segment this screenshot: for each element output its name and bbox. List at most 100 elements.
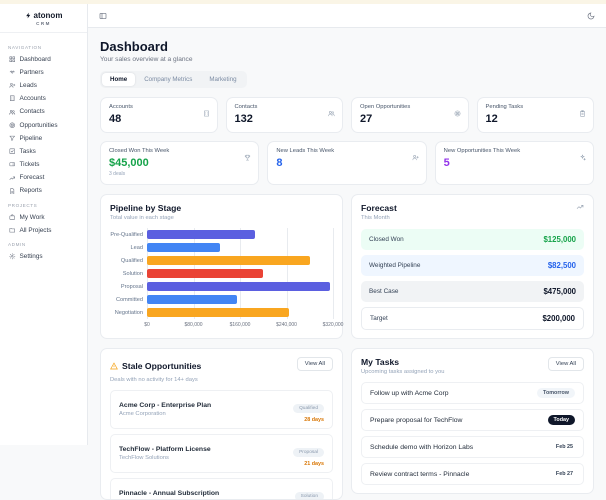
sidebar-item-leads[interactable]: Leads — [6, 79, 81, 91]
task-row[interactable]: Follow up with Acme CorpTomorrow — [361, 382, 584, 404]
nav-section-label: Projects — [8, 203, 79, 208]
user-plus-icon — [412, 154, 419, 161]
stale-opportunity-row[interactable]: Acme Corp - Enterprise Plan Acme Corporat… — [110, 390, 333, 429]
handshake-icon — [9, 69, 16, 76]
stale-opportunity-row[interactable]: Pinnacle - Annual SubscriptionPinnacle I… — [110, 478, 333, 500]
theme-toggle-icon[interactable] — [587, 12, 595, 20]
forecast-row-target: Target$200,000 — [361, 307, 584, 330]
opportunity-name: Acme Corp - Enterprise Plan — [119, 402, 211, 409]
stale-opportunity-row[interactable]: TechFlow - Platform LicenseTechFlow Solu… — [110, 434, 333, 473]
x-tick-label: $160,000 — [230, 322, 251, 328]
task-row[interactable]: Review contract terms - Pinnacle Feb 27 — [361, 463, 584, 485]
task-title: Follow up with Acme Corp — [370, 390, 449, 397]
task-row[interactable]: Schedule demo with Horizon LabsFeb 25 — [361, 436, 584, 458]
folder-icon — [9, 227, 16, 234]
y-axis-label: Proposal — [110, 284, 147, 290]
x-tick-label: $80,000 — [184, 322, 202, 328]
sidebar-item-label: My Work — [20, 214, 45, 221]
sidebar: atonom CRM NavigationDashboardPartnersLe… — [0, 4, 88, 445]
tasks-view-all-button[interactable]: View All — [548, 357, 584, 371]
task-row[interactable]: Prepare proposal for TechFlowToday — [361, 409, 584, 431]
gridline — [333, 306, 334, 319]
nav-section-label: Navigation — [8, 45, 79, 50]
x-axis: $0$80,000$160,000$240,000$320,000 — [147, 321, 333, 330]
chart-track — [147, 280, 333, 293]
sidebar-toggle-icon[interactable] — [99, 12, 107, 20]
gridline — [333, 241, 334, 254]
tab-marketing[interactable]: Marketing — [201, 73, 244, 86]
sidebar-item-contacts[interactable]: Contacts — [6, 106, 81, 118]
sidebar-item-label: Contacts — [20, 108, 45, 115]
sidebar-item-forecast[interactable]: Forecast — [6, 172, 81, 184]
forecast-value: $125,000 — [543, 235, 576, 244]
check-square-icon — [9, 148, 16, 155]
tasks-subtitle: Upcoming tasks assigned to you — [361, 369, 444, 375]
sidebar-item-label: Tasks — [20, 148, 36, 155]
stat-label: New Leads This Week — [276, 148, 417, 154]
sidebar-item-pipeline[interactable]: Pipeline — [6, 132, 81, 144]
stat-value: 27 — [360, 113, 460, 125]
sidebar-item-accounts[interactable]: Accounts — [6, 93, 81, 105]
y-axis-label: Negotiation — [110, 310, 147, 316]
chart-bar-qualified — [147, 256, 310, 265]
stat-value: 8 — [276, 157, 417, 169]
due-badge: Feb 27 — [554, 469, 575, 479]
opportunity-name: Pinnacle - Annual Subscription — [119, 490, 219, 497]
forecast-label: Closed Won — [369, 236, 404, 243]
gridline — [287, 241, 288, 254]
gridline — [240, 241, 241, 254]
gridline — [287, 293, 288, 306]
highlights-row: Closed Won This Week$45,0003 dealsNew Le… — [100, 141, 594, 185]
sidebar-item-reports[interactable]: Reports — [6, 185, 81, 197]
chart-track — [147, 306, 333, 319]
stat-value: 48 — [109, 113, 209, 125]
sidebar-item-label: Opportunities — [20, 122, 58, 129]
trend-up-icon — [9, 175, 16, 182]
bolt-icon — [25, 12, 32, 19]
sidebar-item-tickets[interactable]: Tickets — [6, 159, 81, 171]
file-icon — [9, 188, 16, 195]
forecast-title: Forecast — [361, 203, 397, 213]
tab-home[interactable]: Home — [102, 73, 135, 86]
task-title: Review contract terms - Pinnacle — [370, 471, 469, 478]
highlight-card-new-leads-this-week: New Leads This Week 8 — [267, 141, 426, 185]
chart-row: Proposal — [110, 280, 333, 293]
chart-row: Negotiation — [110, 306, 333, 319]
top-accent-strip — [0, 0, 606, 4]
briefcase-icon — [9, 214, 16, 221]
forecast-card: Forecast This Month Closed Won$125,000We… — [351, 194, 594, 339]
charts-row: Pipeline by Stage Total value in each st… — [100, 194, 594, 339]
chart-row: Qualified — [110, 254, 333, 267]
opportunity-company: TechFlow Solutions — [119, 455, 211, 461]
users-icon — [9, 109, 16, 116]
funnel-icon — [9, 135, 16, 142]
opportunity-company: Acme Corporation — [119, 411, 211, 417]
sidebar-item-opportunities[interactable]: Opportunities — [6, 119, 81, 131]
sidebar-item-tasks[interactable]: Tasks — [6, 145, 81, 157]
sidebar-item-label: Reports — [20, 187, 42, 194]
ticket-icon — [9, 161, 16, 168]
stage-badge: Qualified — [293, 404, 324, 413]
chart-track — [147, 228, 333, 241]
stale-title: Stale Opportunities — [122, 361, 201, 371]
stat-card-contacts: Contacts132 — [226, 97, 344, 133]
due-badge: Feb 25 — [554, 442, 575, 452]
stale-view-all-button[interactable]: View All — [297, 357, 333, 371]
page-subtitle: Your sales overview at a glance — [100, 56, 594, 63]
sidebar-item-all-projects[interactable]: All Projects — [6, 224, 81, 236]
chart-title: Pipeline by Stage — [110, 203, 333, 213]
sidebar-item-settings[interactable]: Settings — [6, 250, 81, 262]
warning-icon — [110, 357, 118, 375]
app-subtitle: CRM — [4, 21, 83, 26]
sidebar-item-partners[interactable]: Partners — [6, 66, 81, 78]
sidebar-item-my-work[interactable]: My Work — [6, 211, 81, 223]
gridline — [333, 280, 334, 293]
building-icon — [9, 95, 16, 102]
tab-company-metrics[interactable]: Company Metrics — [136, 73, 200, 86]
sidebar-item-dashboard[interactable]: Dashboard — [6, 53, 81, 65]
stat-label: Accounts — [109, 104, 209, 110]
sidebar-item-label: All Projects — [20, 227, 52, 234]
sparkles-icon — [579, 154, 586, 161]
due-badge: Today — [548, 415, 575, 425]
main-area: Dashboard Your sales overview at a glanc… — [88, 4, 606, 445]
